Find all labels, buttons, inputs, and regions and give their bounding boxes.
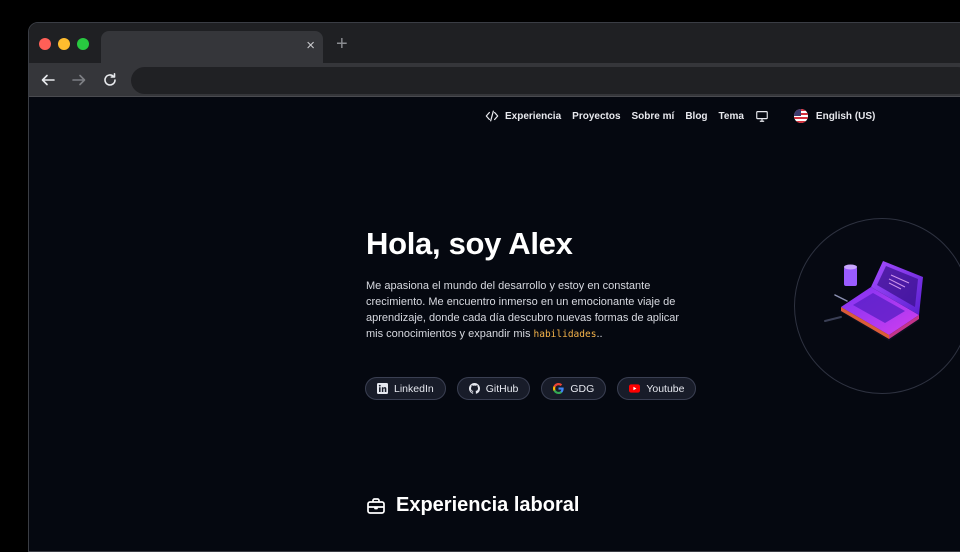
- nav-item-experiencia[interactable]: Experiencia: [485, 109, 561, 123]
- tab-bar: × +: [29, 23, 960, 63]
- new-tab-button[interactable]: +: [336, 34, 348, 54]
- section-title-label: Experiencia laboral: [396, 494, 580, 516]
- portfolio-page: Experiencia Proyectos Sobre mí Blog Tema…: [29, 98, 960, 551]
- section-title-experiencia: Experiencia laboral: [366, 494, 579, 517]
- nav-label-experiencia: Experiencia: [505, 110, 562, 122]
- laptop-illustration: [794, 218, 960, 394]
- tab-close-icon[interactable]: ×: [306, 37, 315, 55]
- hero-title: Hola, soy Alex: [366, 226, 573, 261]
- linkedin-button[interactable]: LinkedIn: [365, 377, 446, 400]
- browser-window: × + Experiencia Proyectos Sobre mí Blog …: [28, 22, 960, 552]
- forward-button[interactable]: [68, 69, 90, 91]
- nav-item-blog[interactable]: Blog: [685, 111, 707, 122]
- close-window-button[interactable]: [39, 38, 51, 50]
- gdg-button[interactable]: GDG: [541, 377, 607, 400]
- maximize-window-button[interactable]: [77, 38, 89, 50]
- back-button[interactable]: [37, 69, 59, 91]
- gdg-label: GDG: [570, 382, 595, 395]
- browser-toolbar: [29, 63, 960, 97]
- youtube-label: Youtube: [646, 382, 685, 395]
- arrow-left-icon: [41, 74, 55, 86]
- youtube-button[interactable]: Youtube: [617, 377, 697, 400]
- arrow-right-icon: [72, 74, 86, 86]
- reload-icon: [104, 73, 116, 86]
- briefcase-icon: [367, 497, 385, 514]
- address-bar[interactable]: [131, 67, 960, 94]
- nav-item-proyectos[interactable]: Proyectos: [572, 111, 620, 122]
- linkedin-label: LinkedIn: [394, 382, 434, 395]
- language-label: English (US): [815, 110, 876, 122]
- minimize-window-button[interactable]: [58, 38, 70, 50]
- hero-text-ending: ..: [596, 328, 603, 340]
- laptop-drawing: [824, 261, 923, 341]
- us-flag-icon: [793, 109, 808, 123]
- browser-tab[interactable]: ×: [101, 31, 323, 63]
- github-icon: [468, 383, 480, 394]
- monitor-icon: [756, 111, 768, 122]
- hero-text-body: Me apasiona el mundo del desarrollo y es…: [366, 280, 680, 340]
- youtube-icon: [629, 383, 641, 394]
- code-icon: [485, 110, 499, 122]
- github-button[interactable]: GitHub: [456, 377, 531, 400]
- linkedin-icon: [377, 383, 388, 394]
- nav-item-sobre-mi[interactable]: Sobre mí: [632, 111, 675, 122]
- social-links: LinkedIn GitHub GDG Youtube: [365, 377, 707, 400]
- top-navigation: Experiencia Proyectos Sobre mí Blog Tema…: [485, 106, 886, 126]
- hero-description: Me apasiona el mundo del desarrollo y es…: [366, 278, 686, 343]
- language-selector[interactable]: English (US): [793, 109, 876, 123]
- github-label: GitHub: [485, 382, 519, 395]
- google-icon: [553, 383, 565, 394]
- reload-button[interactable]: [99, 69, 121, 91]
- hero-keyword: habilidades: [533, 329, 597, 340]
- nav-item-tema[interactable]: Tema: [719, 111, 744, 122]
- theme-toggle[interactable]: [755, 109, 775, 123]
